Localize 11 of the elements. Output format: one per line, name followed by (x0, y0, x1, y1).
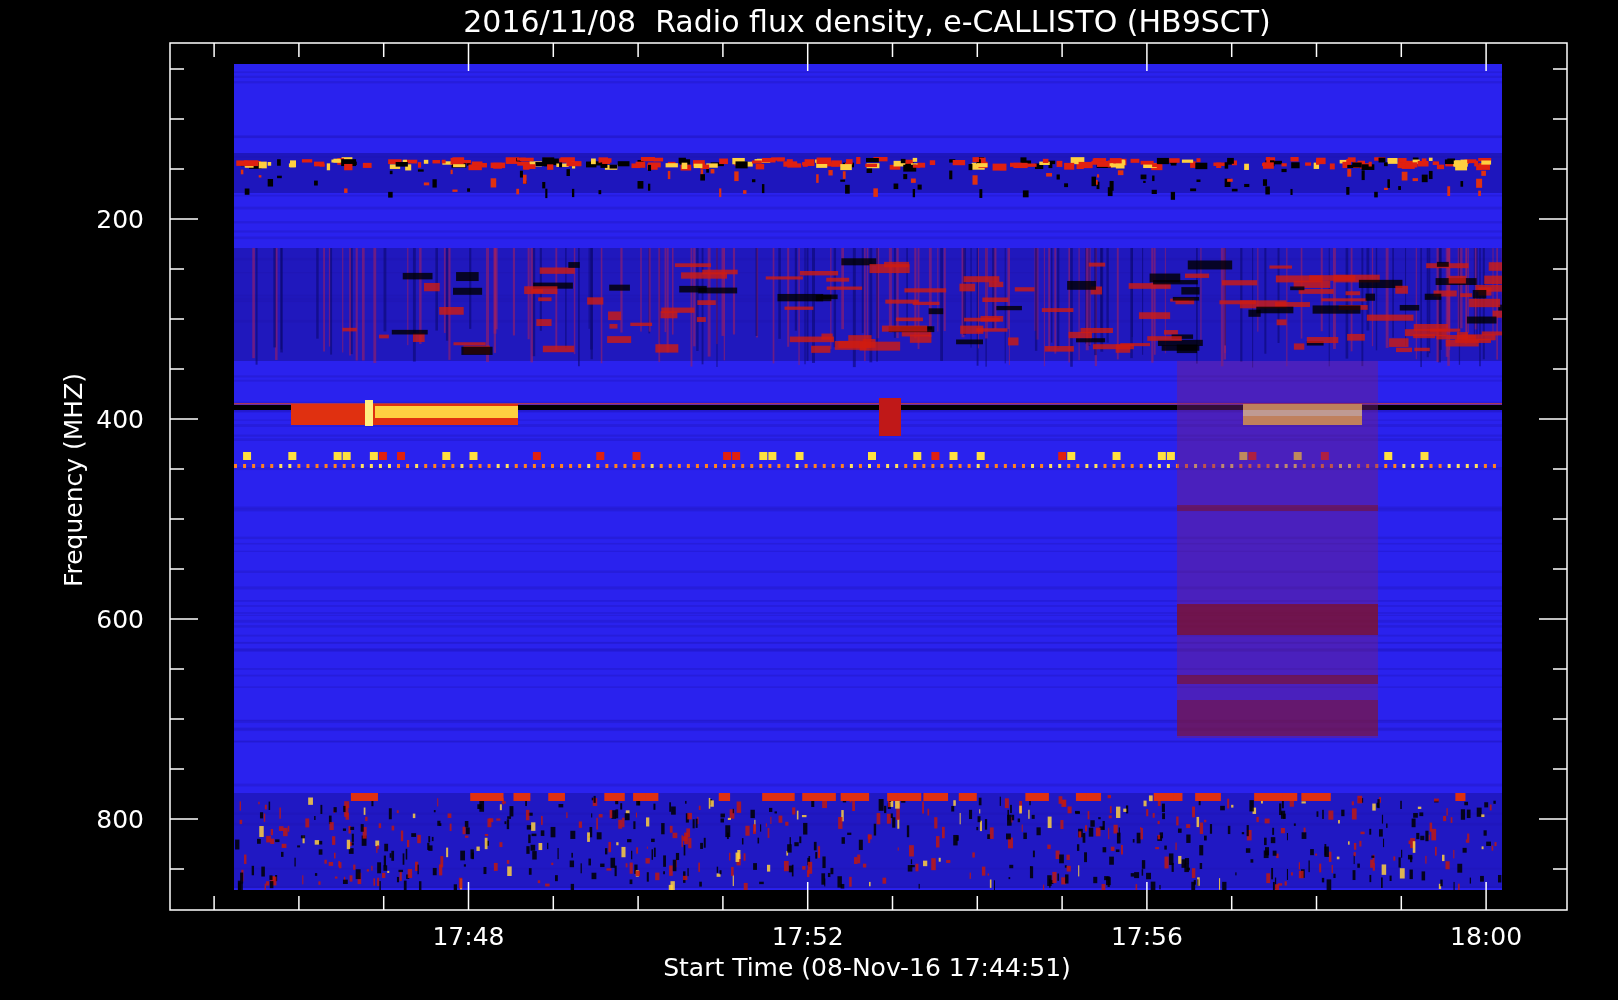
y-axis-label: Frequency (MHZ) (59, 372, 88, 588)
x-tick-label: 17:48 (432, 922, 505, 951)
x-tick-label: 18:00 (1450, 922, 1523, 951)
y-tick-label: 200 (96, 205, 144, 234)
x-tick-label: 17:52 (771, 922, 844, 951)
y-tick-label: 400 (96, 405, 144, 434)
chart-title: 2016/11/08 Radio flux density, e-CALLISTO (HB9SCT) (463, 4, 1271, 39)
y-tick-label: 800 (96, 805, 144, 834)
x-tick-label: 17:56 (1110, 922, 1183, 951)
y-tick-label: 600 (96, 605, 144, 634)
x-axis-label: Start Time (08-Nov-16 17:44:51) (663, 953, 1071, 982)
